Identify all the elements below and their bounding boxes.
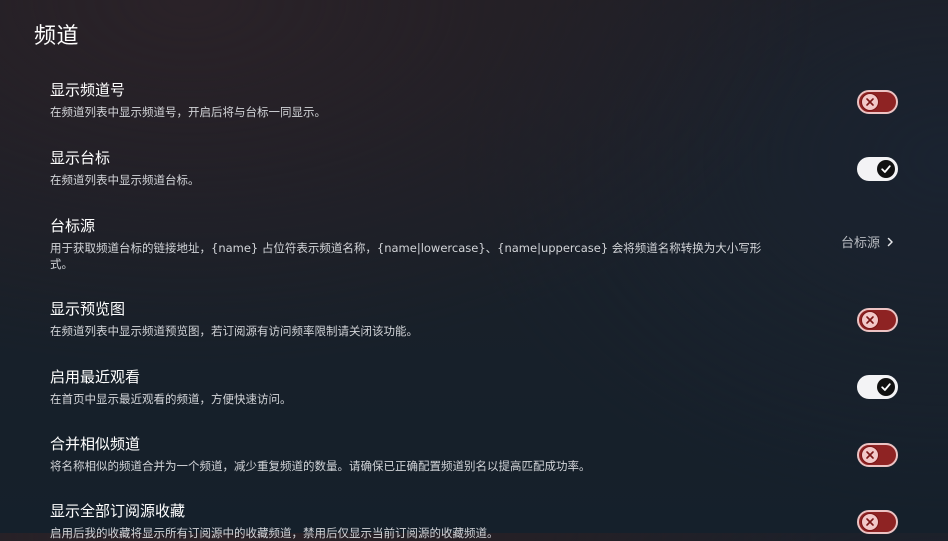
setting-title: 合并相似频道	[50, 435, 141, 453]
setting-title: 显示频道号	[50, 81, 126, 99]
show-all-favorites-toggle[interactable]	[857, 510, 898, 534]
setting-recent-watch[interactable]: 启用最近观看 在首页中显示最近观看的频道，方便快速访问。	[50, 367, 900, 407]
check-icon	[877, 378, 895, 396]
close-icon	[861, 513, 879, 531]
logo-source-value: 台标源	[840, 236, 880, 251]
close-icon	[861, 93, 879, 111]
setting-show-preview[interactable]: 显示预览图 在频道列表中显示频道预览图，若订阅源有访问频率限制请关闭该功能。	[50, 299, 900, 339]
setting-show-all-favorites[interactable]: 显示全部订阅源收藏 启用后我的收藏将显示所有订阅源中的收藏频道，禁用后仅显示当前…	[50, 501, 900, 541]
recent-watch-toggle[interactable]	[857, 375, 898, 399]
setting-title: 台标源	[50, 217, 96, 235]
check-icon	[877, 160, 895, 178]
setting-show-channel-number[interactable]: 显示频道号 在频道列表中显示频道号，开启后将与台标一同显示。	[50, 80, 900, 120]
setting-title: 启用最近观看	[50, 368, 141, 386]
close-icon	[861, 446, 879, 464]
setting-description: 在频道列表中显示频道号，开启后将与台标一同显示。	[50, 105, 326, 119]
setting-title: 显示台标	[50, 149, 111, 167]
setting-description: 在首页中显示最近观看的频道，方便快速访问。	[50, 392, 292, 406]
show-preview-toggle[interactable]	[857, 308, 898, 332]
merge-similar-toggle[interactable]	[857, 443, 898, 467]
setting-description: 在频道列表中显示频道台标。	[50, 173, 200, 187]
logo-source-link[interactable]: 台标源	[841, 235, 894, 253]
setting-show-channel-logo[interactable]: 显示台标 在频道列表中显示频道台标。	[50, 148, 900, 188]
chevron-right-icon	[886, 235, 894, 253]
setting-description: 将名称相似的频道合并为一个频道，减少重复频道的数量。请确保已正确配置频道别名以提…	[50, 459, 591, 473]
setting-title: 显示预览图	[50, 300, 126, 318]
setting-merge-similar[interactable]: 合并相似频道 将名称相似的频道合并为一个频道，减少重复频道的数量。请确保已正确配…	[50, 434, 900, 474]
setting-description: 启用后我的收藏将显示所有订阅源中的收藏频道，禁用后仅显示当前订阅源的收藏频道。	[50, 526, 499, 540]
show-channel-number-toggle[interactable]	[857, 90, 898, 114]
setting-logo-source[interactable]: 台标源 用于获取频道台标的链接地址，{name} 占位符表示频道名称，{name…	[50, 216, 900, 272]
setting-description: 用于获取频道台标的链接地址，{name} 占位符表示频道名称，{name|low…	[50, 241, 762, 271]
show-channel-logo-toggle[interactable]	[857, 157, 898, 181]
setting-description: 在频道列表中显示频道预览图，若订阅源有访问频率限制请关闭该功能。	[50, 324, 418, 338]
setting-title: 显示全部订阅源收藏	[50, 502, 186, 520]
page-title: 频道	[34, 24, 80, 49]
close-icon	[861, 311, 879, 329]
